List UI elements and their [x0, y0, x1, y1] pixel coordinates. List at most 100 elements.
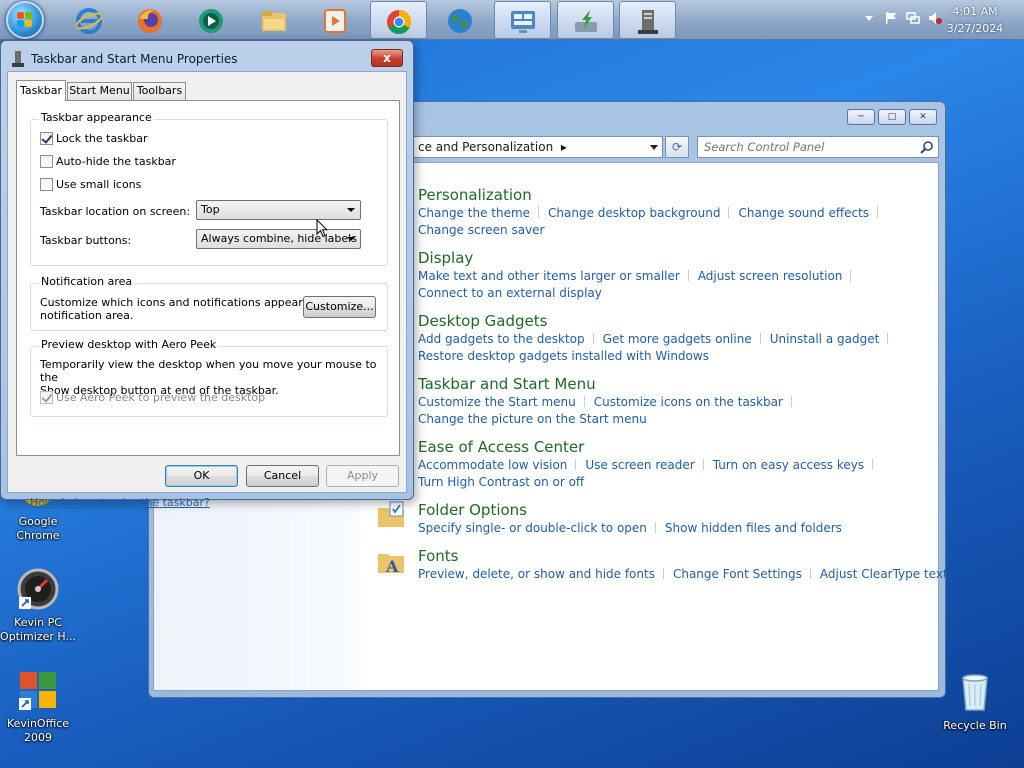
link-separator	[687, 270, 689, 281]
taskbar-properties-window[interactable]	[619, 1, 676, 39]
maximize-button[interactable]: □	[878, 109, 906, 125]
description-line: Temporarily view the desktop when you mo…	[40, 358, 377, 384]
cancel-button[interactable]: Cancel	[246, 465, 319, 487]
category-personalization: Personalization Change the theme Change d…	[418, 185, 887, 239]
help-link[interactable]: How do I customize the taskbar?	[30, 496, 210, 509]
link-add-gadgets[interactable]: Add gadgets to the desktop	[418, 332, 585, 346]
link-high-contrast[interactable]: Turn High Contrast on or off	[418, 475, 584, 489]
fonts-icon: A	[378, 554, 404, 576]
link-separator	[702, 459, 704, 470]
search-input[interactable]	[702, 139, 912, 155]
taskbar-firefox[interactable]	[122, 1, 179, 39]
autohide-taskbar-checkbox[interactable]: Auto-hide the taskbar	[40, 155, 176, 168]
link-change-font-settings[interactable]: Change Font Settings	[673, 567, 802, 581]
link-restore-gadgets[interactable]: Restore desktop gadgets installed with W…	[418, 349, 709, 363]
checkbox-unchecked-icon[interactable]	[40, 155, 53, 168]
link-easy-access-keys[interactable]: Turn on easy access keys	[713, 458, 864, 472]
start-button[interactable]	[6, 1, 44, 39]
link-separator	[809, 568, 811, 579]
link-accommodate-low-vision[interactable]: Accommodate low vision	[418, 458, 567, 472]
tab-taskbar[interactable]: Taskbar	[16, 80, 66, 101]
category-display: Display Make text and other items larger…	[418, 248, 860, 302]
category-title[interactable]: Taskbar and Start Menu	[418, 374, 801, 394]
clock[interactable]: 4:01 AM 3/27/2024	[940, 3, 1010, 37]
tab-start-menu[interactable]: Start Menu	[67, 82, 132, 100]
link-make-text-larger[interactable]: Make text and other items larger or smal…	[418, 269, 680, 283]
taskbar-video-player[interactable]	[307, 1, 364, 39]
desktop-icon-recycle-bin[interactable]: Recycle Bin	[935, 670, 1015, 733]
link-show-hidden-files[interactable]: Show hidden files and folders	[665, 521, 842, 535]
small-icons-checkbox[interactable]: Use small icons	[40, 178, 141, 191]
search-icon[interactable]	[920, 140, 934, 154]
desktop-icon-kevin-pc-optimizer[interactable]: Kevin PC Optimizer H...	[0, 567, 78, 644]
action-center-flag-icon[interactable]	[884, 11, 898, 25]
desktop-icon-kevinoffice[interactable]: KevinOffice 2009	[0, 668, 78, 745]
link-adjust-cleartype[interactable]: Adjust ClearType text	[820, 567, 948, 581]
category-title[interactable]: Desktop Gadgets	[418, 311, 897, 331]
category-links: Customize the Start menu Customize icons …	[418, 394, 801, 411]
taskbar-installer[interactable]	[557, 1, 614, 39]
link-change-screen-saver[interactable]: Change screen saver	[418, 223, 545, 237]
category-links: Accommodate low vision Use screen reader T…	[418, 457, 882, 474]
taskbar-file-explorer[interactable]	[246, 1, 303, 39]
link-uninstall-gadget[interactable]: Uninstall a gadget	[770, 332, 880, 346]
link-customize-taskbar-icons[interactable]: Customize icons on the taskbar	[594, 395, 783, 409]
link-change-sound-effects[interactable]: Change sound effects	[738, 206, 869, 220]
tab-toolbars[interactable]: Toolbars	[133, 82, 186, 100]
link-customize-start-menu[interactable]: Customize the Start menu	[418, 395, 576, 409]
category-title[interactable]: Display	[418, 248, 860, 268]
category-title[interactable]: Fonts	[418, 546, 948, 566]
svg-text:A: A	[385, 557, 399, 576]
aero-peek-checkbox[interactable]: Use Aero Peek to preview the desktop	[40, 391, 265, 404]
taskbar-properties-dialog: Taskbar and Start Menu Properties x Task…	[0, 40, 414, 509]
link-separator	[583, 396, 585, 407]
customize-button[interactable]: Customize...	[303, 296, 376, 318]
taskbar-internet-explorer[interactable]	[61, 1, 118, 39]
network-icon[interactable]	[906, 11, 920, 25]
taskbar-location-select[interactable]: Top	[196, 200, 361, 220]
chevron-down-icon	[347, 208, 355, 212]
checkbox-checked-icon[interactable]	[40, 391, 53, 404]
link-preview-fonts[interactable]: Preview, delete, or show and hide fonts	[418, 567, 655, 581]
taskbar-media-player[interactable]	[183, 1, 240, 39]
link-change-desktop-background[interactable]: Change desktop background	[548, 206, 720, 220]
close-button[interactable]: ✕	[909, 109, 937, 125]
apply-button[interactable]: Apply	[326, 465, 399, 487]
category-title[interactable]: Ease of Access Center	[418, 437, 882, 457]
link-connect-external-display[interactable]: Connect to an external display	[418, 286, 602, 300]
show-hidden-icons-icon[interactable]	[862, 11, 876, 25]
notification-description: Customize which icons and notifications …	[40, 296, 338, 322]
refresh-button[interactable]: ⟳	[665, 136, 689, 158]
link-get-more-gadgets[interactable]: Get more gadgets online	[603, 332, 752, 346]
dialog-close-button[interactable]: x	[371, 49, 403, 67]
taskbar-buttons-select[interactable]: Always combine, hide labels	[196, 229, 361, 249]
link-single-double-click[interactable]: Specify single- or double-click to open	[418, 521, 647, 535]
address-bar[interactable]: ce and Personalization ▸	[407, 136, 663, 158]
category-title[interactable]: Personalization	[418, 185, 887, 205]
chevron-right-icon[interactable]: ▸	[561, 140, 567, 154]
category-fonts: A Fonts Preview, delete, or show and hid…	[378, 546, 948, 583]
tab-panel-taskbar: Taskbar appearance Lock the taskbar Auto…	[16, 100, 400, 509]
ok-button[interactable]: OK	[165, 465, 238, 487]
link-separator	[654, 522, 656, 533]
link-use-screen-reader[interactable]: Use screen reader	[585, 458, 694, 472]
search-box[interactable]	[697, 136, 939, 158]
category-links: Change the picture on the Start menu	[418, 411, 801, 428]
category-title[interactable]: Folder Options	[418, 500, 842, 520]
checkbox-checked-icon[interactable]	[40, 132, 53, 145]
taskbar-buttons-label: Taskbar buttons:	[40, 234, 132, 247]
taskbar-properties-icon	[638, 10, 658, 34]
checkbox-unchecked-icon[interactable]	[40, 178, 53, 191]
control-panel-icon	[511, 11, 535, 33]
taskbar-control-panel[interactable]	[494, 1, 551, 39]
lock-taskbar-checkbox[interactable]: Lock the taskbar	[40, 132, 148, 145]
taskbar-globe[interactable]	[432, 1, 489, 39]
chevron-down-icon[interactable]	[650, 145, 658, 150]
link-adjust-screen-resolution[interactable]: Adjust screen resolution	[698, 269, 843, 283]
link-change-theme[interactable]: Change the theme	[418, 206, 530, 220]
minimize-button[interactable]: ─	[847, 109, 875, 125]
select-value: Always combine, hide labels	[201, 232, 357, 245]
link-change-start-picture[interactable]: Change the picture on the Start menu	[418, 412, 647, 426]
taskbar-chrome[interactable]	[370, 1, 427, 39]
address-segment: ce and Personalization	[418, 140, 554, 154]
